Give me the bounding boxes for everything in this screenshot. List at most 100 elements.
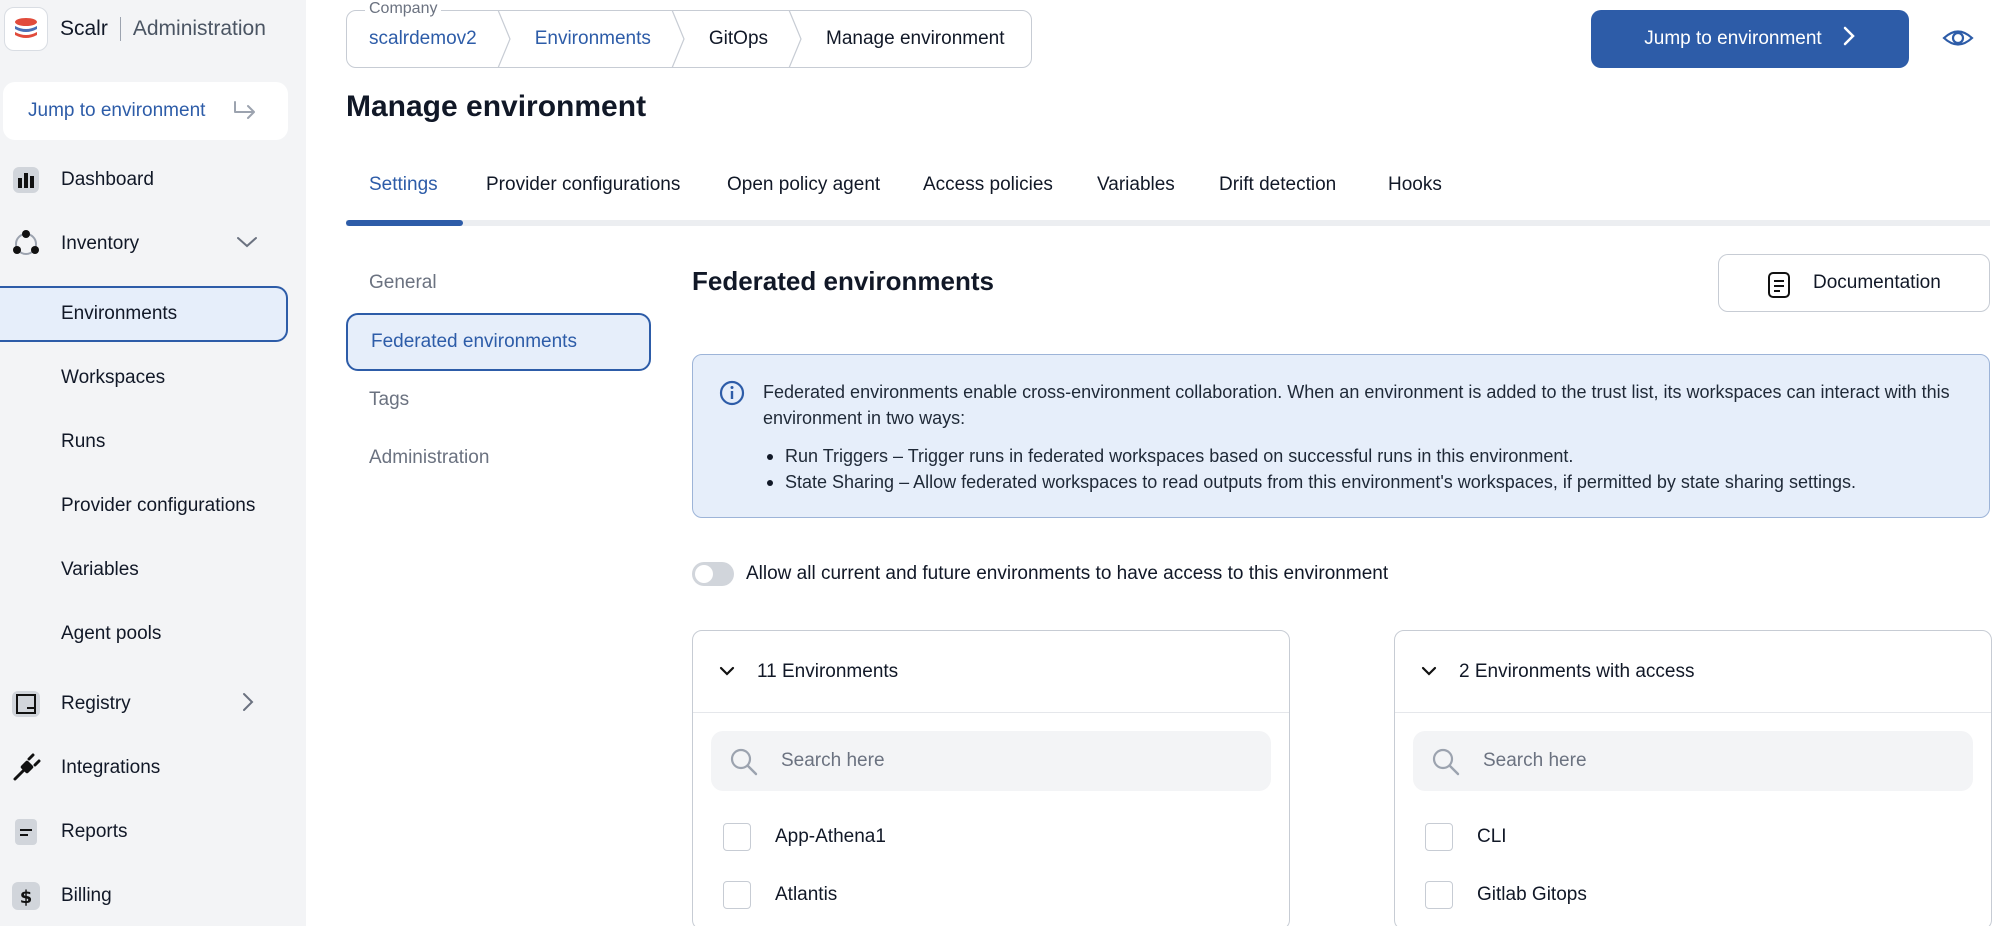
sidebar-item-label: Workspaces (61, 367, 166, 388)
sidebar-item-label: Runs (61, 431, 106, 452)
breadcrumb-environments[interactable]: Environments (499, 9, 685, 69)
info-text: Federated environments enable cross-envi… (763, 382, 1950, 428)
tab-variables[interactable]: Variables (1097, 174, 1175, 220)
sidebar-jump-to-environment[interactable]: Jump to environment (3, 82, 288, 140)
panel-title: 11 Environments (757, 661, 899, 682)
breadcrumb: Company scalrdemov2 Environments GitOps … (346, 0, 1032, 69)
tab-hooks[interactable]: Hooks (1388, 174, 1442, 220)
billing-icon: $ (10, 880, 42, 912)
tab-drift-detection[interactable]: Drift detection (1219, 174, 1336, 220)
tab-settings[interactable]: Settings (369, 174, 438, 220)
search-icon (1431, 747, 1461, 782)
return-arrow-icon (232, 100, 258, 127)
eye-icon[interactable] (1942, 22, 1974, 59)
info-bullet: State Sharing – Allow federated workspac… (767, 469, 1856, 495)
sidebar-item-integrations[interactable]: Integrations (0, 740, 306, 796)
tab-access-policies[interactable]: Access policies (923, 174, 1053, 220)
sidebar-item-label: Billing (61, 885, 112, 906)
section-title: Federated environments (692, 266, 994, 296)
list-item[interactable]: App-Athena1 (723, 822, 886, 852)
toggle-knob (695, 565, 713, 583)
environments-with-access-panel: 2 Environments with access CLI Gitlab Gi… (1394, 630, 1992, 926)
breadcrumb-company[interactable]: scalrdemov2 (347, 9, 511, 69)
info-icon (719, 380, 745, 411)
tab-provider-configurations[interactable]: Provider configurations (486, 174, 680, 220)
sidebar-jump-label: Jump to environment (28, 100, 206, 121)
sidebar-item-agent-pools[interactable]: Agent pools (0, 606, 288, 662)
info-banner: Federated environments enable cross-envi… (692, 354, 1990, 518)
breadcrumb-gitops[interactable]: GitOps (673, 9, 802, 69)
breadcrumb-text: Environments (534, 28, 651, 49)
available-environments-panel: 11 Environments App-Athena1 Atlantis (692, 630, 1290, 926)
info-bullet: Run Triggers – Trigger runs in federated… (767, 443, 1856, 469)
document-icon (1767, 271, 1791, 305)
page-title: Manage environment (346, 90, 647, 123)
brand-divider (119, 17, 121, 41)
integrations-icon (10, 752, 42, 784)
allow-all-toggle[interactable] (692, 562, 734, 586)
list-item[interactable]: CLI (1425, 822, 1507, 852)
search-icon (729, 747, 759, 782)
allow-all-toggle-label: Allow all current and future environment… (746, 563, 1389, 584)
sidebar-item-label: Provider configurations (61, 495, 256, 516)
list-item[interactable]: Atlantis (723, 880, 837, 910)
active-tab-indicator (346, 220, 463, 226)
search-box (711, 731, 1271, 791)
sidebar-item-billing[interactable]: $ Billing (0, 868, 306, 924)
jump-to-environment-button[interactable]: Jump to environment (1591, 10, 1909, 68)
chevron-right-icon[interactable] (236, 691, 258, 718)
list-item-label: Gitlab Gitops (1477, 884, 1587, 905)
sidebar-item-variables[interactable]: Variables (0, 542, 288, 598)
settings-menu-general[interactable]: General (346, 254, 651, 312)
sidebar-item-label: Variables (61, 559, 139, 580)
panel-title: 2 Environments with access (1459, 661, 1695, 682)
dashboard-icon (10, 164, 42, 196)
sidebar-item-label: Inventory (61, 233, 140, 254)
settings-menu-administration[interactable]: Administration (346, 429, 651, 487)
chevron-down-icon[interactable] (718, 664, 736, 683)
panel-header[interactable]: 2 Environments with access (1395, 631, 1991, 713)
chevron-down-icon[interactable] (236, 235, 258, 254)
sidebar-item-registry[interactable]: Registry (0, 676, 306, 732)
registry-icon (10, 688, 42, 720)
settings-menu-tags[interactable]: Tags (346, 371, 651, 429)
sidebar-item-workspaces[interactable]: Workspaces (0, 350, 288, 406)
scalr-logo-icon (4, 7, 48, 51)
sidebar-item-label: Environments (61, 303, 178, 324)
sidebar-item-reports[interactable]: Reports (0, 804, 306, 860)
documentation-label: Documentation (1813, 272, 1941, 293)
panel-header[interactable]: 11 Environments (693, 631, 1289, 713)
chevron-right-icon (1842, 26, 1856, 52)
checkbox[interactable] (1425, 823, 1453, 851)
breadcrumb-box: Company scalrdemov2 Environments GitOps … (346, 0, 1032, 69)
tab-open-policy-agent[interactable]: Open policy agent (727, 174, 880, 220)
checkbox[interactable] (723, 823, 751, 851)
checkbox[interactable] (1425, 881, 1453, 909)
sidebar-item-environments[interactable]: Environments (0, 286, 288, 342)
list-item[interactable]: Gitlab Gitops (1425, 880, 1587, 910)
sidebar-item-dashboard[interactable]: Dashboard (0, 152, 306, 208)
list-item-label: Atlantis (775, 884, 838, 905)
allow-all-toggle-row: Allow all current and future environment… (692, 560, 1388, 588)
brand[interactable]: Scalr Administration (4, 6, 266, 52)
sidebar-item-inventory[interactable]: Inventory (0, 216, 306, 272)
reports-icon (10, 816, 42, 848)
documentation-button[interactable]: Documentation (1718, 254, 1990, 312)
sidebar-item-provider-configurations[interactable]: Provider configurations (0, 478, 288, 534)
chevron-down-icon[interactable] (1420, 664, 1438, 683)
tab-bar: Settings Provider configurations Open po… (346, 160, 1990, 226)
sidebar: Scalr Administration Jump to environment… (0, 0, 306, 926)
sidebar-item-label: Reports (61, 821, 128, 842)
sidebar-item-runs[interactable]: Runs (0, 414, 288, 470)
settings-menu-federated-environments[interactable]: Federated environments (346, 313, 651, 371)
inventory-icon (10, 228, 42, 260)
breadcrumb-text: Manage environment (826, 28, 1005, 49)
search-input[interactable] (1483, 731, 1953, 791)
breadcrumb-text: scalrdemov2 (369, 28, 477, 49)
jump-button-label: Jump to environment (1644, 28, 1822, 49)
checkbox[interactable] (723, 881, 751, 909)
search-input[interactable] (781, 731, 1251, 791)
sidebar-item-label: Registry (61, 693, 131, 714)
app-name: Scalr (60, 17, 108, 40)
list-item-label: App-Athena1 (775, 826, 886, 847)
